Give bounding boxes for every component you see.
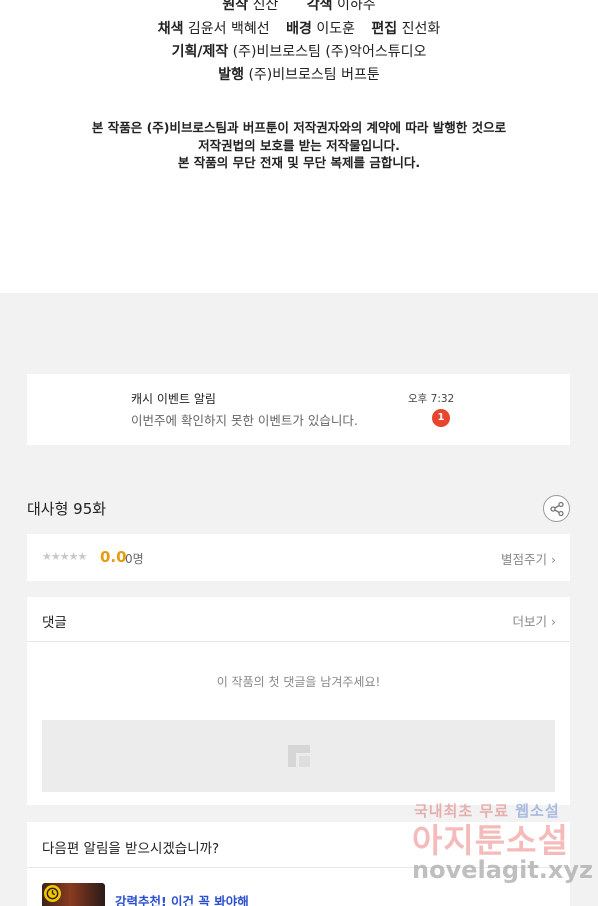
next-episode-notify: 다음편 알림을 받으시겠습니까? 강력추천! 이건 꼭 봐야해 [27,822,570,906]
comments-empty-message: 이 작품의 첫 댓글을 남겨주세요! [216,675,381,689]
credit-label: 배경 [286,21,312,37]
credit-value: 진선화 [401,21,441,37]
event-time: 오후 7:32 [408,393,455,405]
notify-question: 다음편 알림을 받으시겠습니까? [42,841,220,857]
credit-label: 각색 [306,0,333,13]
credit-line-publisher: 발행 (주)비브로스팀 버프툰 [0,64,598,84]
credits-section: 원작 신산 각색 이하주 채색 김윤서 백혜선 배경 이도훈 편집 진선화 기획… [0,0,598,293]
credit-line-production: 기획/제작 (주)비브로스팀 (주)악어스튜디오 [0,41,598,61]
comments-header: 댓글 더보기 › [27,597,570,642]
cash-event-notification[interactable]: 캐시 이벤트 알림 이번주에 확인하지 못한 이벤트가 있습니다. 오후 7:3… [27,374,570,445]
credit-value: (주)비브로스팀 버프툰 [248,67,380,83]
credit-label: 기획/제작 [171,44,229,60]
credit-line-staff: 채색 김윤서 백혜선 배경 이도훈 편집 진선화 [0,18,598,38]
share-icon [550,501,564,517]
event-message: 이번주에 확인하지 못한 이벤트가 있습니다. [131,413,358,428]
credit-value: 신산 [252,0,279,13]
credit-line-original: 원작 신산 각색 이하주 [0,0,598,14]
share-button[interactable] [543,495,570,522]
credit-label: 편집 [371,21,398,37]
comments-section: 댓글 더보기 › 이 작품의 첫 댓글을 남겨주세요! [27,597,570,805]
credit-label: 발행 [218,67,244,83]
notice-line: 본 작품은 (주)비브로스팀과 버프툰이 저작권자와의 계약에 따라 발행한 것… [91,120,507,135]
copyright-notice: 본 작품은 (주)비브로스팀과 버프툰이 저작권자와의 계약에 따라 발행한 것… [0,119,598,172]
rating-count: 0명 [125,552,144,566]
credit-label: 채색 [157,21,184,37]
notify-header: 다음편 알림을 받으시겠습니까? [27,822,570,868]
notice-line: 저작권법의 보호를 받는 저작물입니다. [198,137,400,153]
event-count-badge: 1 [432,409,450,427]
comments-label: 댓글 [42,615,67,631]
comment-placeholder-icon [288,745,310,767]
recommend-thumbnail[interactable] [42,883,105,906]
comment-input-box[interactable] [42,720,555,792]
credit-value: 이하주 [337,0,376,13]
credit-value: (주)비브로스팀 (주)악어스튜디오 [232,44,427,60]
notice-line: 본 작품의 무단 전재 및 무단 복제를 금합니다. [177,155,421,170]
credit-label: 원작 [222,0,249,13]
rating-score: 0.0 [100,548,127,566]
recommend-title[interactable]: 강력추천! 이건 꼭 봐야해 [115,891,249,906]
event-title: 캐시 이벤트 알림 [131,392,216,406]
episode-title: 대사형 95화 [27,500,107,518]
rate-button[interactable]: 별점주기 › [501,549,556,568]
clock-icon [44,885,61,902]
credit-value: 김윤서 백혜선 [187,21,270,37]
credit-value: 이도훈 [316,21,355,37]
comments-more-link[interactable]: 더보기 › [513,611,556,630]
rating-bar: ★★★★★ 0.0 0명 별점주기 › [27,534,570,581]
rating-stars: ★★★★★ [42,550,87,563]
